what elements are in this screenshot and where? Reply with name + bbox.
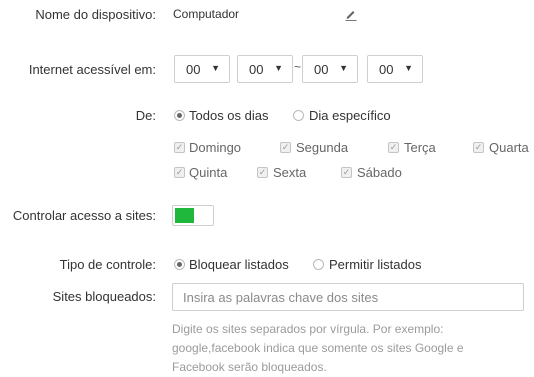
start-minute-value: 00: [249, 62, 264, 77]
end-hour-value: 00: [314, 62, 329, 77]
checkbox-sabado[interactable]: ✓: [341, 167, 352, 178]
blocked-sites-input[interactable]: [172, 283, 524, 311]
days-label: De:: [135, 108, 156, 123]
help-line: Facebook serão bloqueados.: [172, 360, 327, 374]
help-line: google,facebook indica que somente os si…: [172, 341, 464, 355]
control-type-label: Tipo de controle:: [59, 257, 156, 272]
radio-block-listed-label[interactable]: Bloquear listados: [189, 257, 289, 272]
checkbox-sabado-label[interactable]: Sábado: [357, 165, 402, 180]
radio-specific-day-label[interactable]: Dia específico: [309, 108, 391, 123]
radio-allow-listed-label[interactable]: Permitir listados: [329, 257, 421, 272]
start-hour-select[interactable]: 00 ▼: [174, 55, 230, 83]
start-minute-select[interactable]: 00 ▼: [237, 55, 293, 83]
checkbox-segunda-label[interactable]: Segunda: [296, 140, 348, 155]
radio-every-day[interactable]: [174, 110, 185, 121]
toggle-knob: [175, 208, 194, 223]
checkbox-quarta-label[interactable]: Quarta: [489, 140, 529, 155]
device-name-value: Computador: [173, 7, 240, 21]
radio-specific-day[interactable]: [293, 110, 304, 121]
checkbox-quinta-label[interactable]: Quinta: [189, 165, 227, 180]
range-separator: ~: [294, 60, 302, 74]
help-line: Digite os sites separados por vírgula. P…: [172, 322, 444, 336]
pencil-icon[interactable]: [343, 6, 359, 22]
end-minute-value: 00: [379, 62, 394, 77]
blocked-sites-help: Digite os sites separados por vírgula. P…: [172, 320, 522, 377]
checkbox-quarta[interactable]: ✓: [473, 142, 484, 153]
chevron-down-icon: ▼: [339, 63, 348, 73]
start-hour-value: 00: [186, 62, 201, 77]
internet-access-label: Internet acessível em:: [28, 62, 156, 77]
site-control-toggle[interactable]: [172, 205, 214, 226]
checkbox-quinta[interactable]: ✓: [174, 167, 185, 178]
checkbox-domingo-label[interactable]: Domingo: [189, 140, 241, 155]
radio-allow-listed[interactable]: [313, 259, 324, 270]
checkbox-terca-label[interactable]: Terça: [404, 140, 436, 155]
chevron-down-icon: ▼: [404, 63, 413, 73]
checkbox-segunda[interactable]: ✓: [280, 142, 291, 153]
blocked-sites-label: Sites bloqueados:: [52, 289, 156, 304]
end-minute-select[interactable]: 00 ▼: [367, 55, 423, 83]
end-hour-select[interactable]: 00 ▼: [302, 55, 358, 83]
checkbox-domingo[interactable]: ✓: [174, 142, 185, 153]
site-control-label: Controlar acesso a sites:: [12, 208, 156, 223]
checkbox-sexta-label[interactable]: Sexta: [273, 165, 306, 180]
chevron-down-icon: ▼: [274, 63, 283, 73]
checkbox-sexta[interactable]: ✓: [257, 167, 268, 178]
device-name-label: Nome do dispositivo:: [35, 7, 156, 22]
chevron-down-icon: ▼: [211, 63, 220, 73]
radio-every-day-label[interactable]: Todos os dias: [189, 108, 269, 123]
radio-block-listed[interactable]: [174, 259, 185, 270]
checkbox-terca[interactable]: ✓: [388, 142, 399, 153]
